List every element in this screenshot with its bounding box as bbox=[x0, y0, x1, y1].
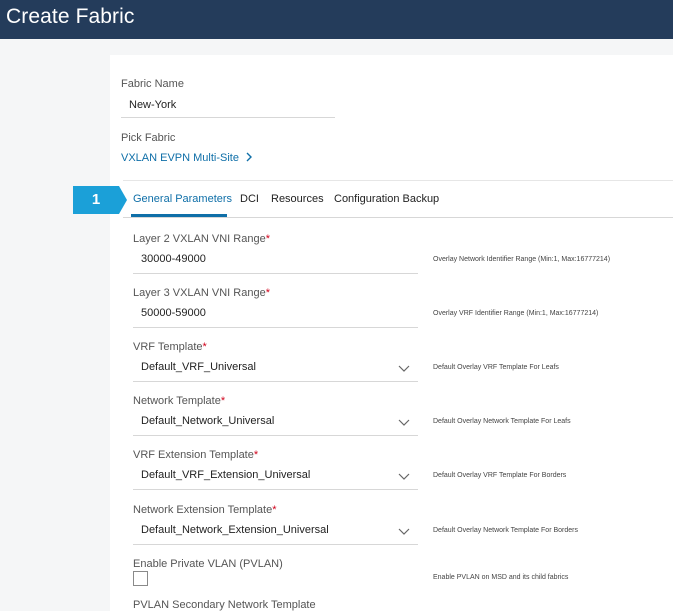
vrf-template-label: VRF Template* bbox=[133, 341, 207, 353]
tab-general-parameters[interactable]: General Parameters bbox=[133, 193, 232, 205]
tab-resources[interactable]: Resources bbox=[271, 193, 324, 205]
vrf-extension-template-value: Default_VRF_Extension_Universal bbox=[141, 469, 311, 481]
page-header: Create Fabric bbox=[0, 0, 673, 39]
vrf-template-value: Default_VRF_Universal bbox=[141, 361, 256, 373]
fabric-name-input[interactable]: New-York bbox=[129, 99, 176, 111]
chevron-down-icon bbox=[398, 365, 410, 372]
l3-vni-range-help: Overlay VRF Identifier Range (Min:1, Max… bbox=[433, 310, 599, 317]
vrf-extension-template-label: VRF Extension Template* bbox=[133, 449, 258, 461]
vrf-template-help: Default Overlay VRF Template For Leafs bbox=[433, 364, 559, 371]
pvlan-checkbox[interactable] bbox=[133, 571, 148, 586]
tab-dci[interactable]: DCI bbox=[240, 193, 259, 205]
pvlan-label: Enable Private VLAN (PVLAN) bbox=[133, 558, 283, 570]
network-extension-template-value: Default_Network_Extension_Universal bbox=[141, 524, 329, 536]
network-template-label: Network Template* bbox=[133, 395, 225, 407]
step-number: 1 bbox=[91, 191, 101, 208]
required-mark: * bbox=[265, 287, 270, 299]
vrf-extension-template-select[interactable]: Default_VRF_Extension_Universal bbox=[133, 462, 418, 490]
pvlan-secondary-template-label: PVLAN Secondary Network Template bbox=[133, 599, 316, 611]
l2-vni-range-input[interactable]: 30000-49000 bbox=[133, 246, 418, 274]
l2-vni-range-label: Layer 2 VXLAN VNI Range* bbox=[133, 233, 270, 245]
l3-vni-range-label: Layer 3 VXLAN VNI Range* bbox=[133, 287, 270, 299]
chevron-right-icon bbox=[246, 152, 253, 162]
tab-row-divider bbox=[123, 217, 673, 218]
pvlan-help: Enable PVLAN on MSD and its child fabric… bbox=[433, 574, 569, 581]
l3-vni-range-input[interactable]: 50000-59000 bbox=[133, 300, 418, 328]
fabric-name-underline bbox=[121, 117, 335, 118]
network-extension-template-label: Network Extension Template* bbox=[133, 504, 276, 516]
network-extension-template-help: Default Overlay Network Template For Bor… bbox=[433, 527, 578, 534]
pick-fabric-link[interactable]: VXLAN EVPN Multi-Site bbox=[121, 152, 253, 164]
vrf-template-label-text: VRF Template bbox=[133, 341, 203, 353]
required-mark: * bbox=[272, 504, 277, 516]
network-extension-template-label-text: Network Extension Template bbox=[133, 504, 273, 516]
network-template-select[interactable]: Default_Network_Universal bbox=[133, 408, 418, 436]
l2-vni-range-label-text: Layer 2 VXLAN VNI Range bbox=[133, 233, 266, 245]
required-mark: * bbox=[220, 395, 226, 407]
pick-fabric-link-text: VXLAN EVPN Multi-Site bbox=[121, 152, 239, 164]
network-template-label-text: Network Template bbox=[133, 395, 221, 407]
l2-vni-range-value: 30000-49000 bbox=[141, 253, 206, 265]
required-mark: * bbox=[253, 449, 259, 461]
chevron-down-icon bbox=[398, 473, 410, 480]
l2-vni-range-help: Overlay Network Identifier Range (Min:1,… bbox=[433, 256, 611, 263]
required-mark: * bbox=[265, 233, 270, 245]
l3-vni-range-label-text: Layer 3 VXLAN VNI Range bbox=[133, 287, 266, 299]
l3-vni-range-value: 50000-59000 bbox=[141, 307, 206, 319]
vrf-template-select[interactable]: Default_VRF_Universal bbox=[133, 354, 418, 382]
network-template-help: Default Overlay Network Template For Lea… bbox=[433, 418, 571, 425]
required-mark: * bbox=[202, 341, 207, 353]
pick-fabric-label: Pick Fabric bbox=[121, 132, 176, 144]
vrf-extension-template-label-text: VRF Extension Template bbox=[133, 449, 254, 461]
tab-configuration-backup[interactable]: Configuration Backup bbox=[334, 193, 439, 205]
fabric-name-label: Fabric Name bbox=[121, 78, 184, 90]
vrf-extension-template-help: Default Overlay VRF Template For Borders bbox=[433, 472, 567, 479]
chevron-down-icon bbox=[398, 528, 410, 535]
network-extension-template-select[interactable]: Default_Network_Extension_Universal bbox=[133, 517, 418, 545]
section-divider bbox=[123, 180, 673, 181]
page-title: Create Fabric bbox=[6, 5, 135, 28]
chevron-down-icon bbox=[398, 419, 410, 426]
network-template-value: Default_Network_Universal bbox=[141, 415, 275, 427]
